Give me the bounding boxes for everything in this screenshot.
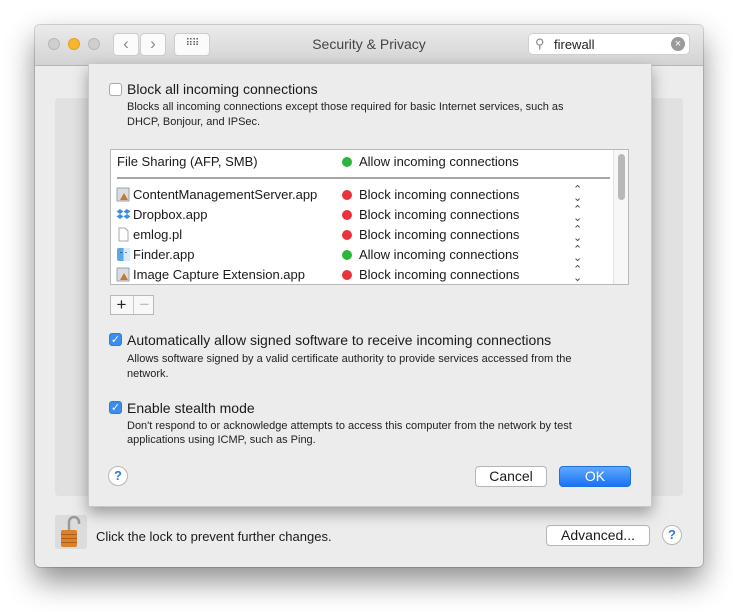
block-all-description-2: DHCP, Bonjour, and IPSec. xyxy=(127,116,261,128)
status-dot-allow xyxy=(342,250,352,260)
app-name: Image Capture Extension.app xyxy=(133,267,305,282)
advanced-button[interactable]: Advanced... xyxy=(546,525,650,546)
app-name: Finder.app xyxy=(133,247,195,262)
status-dot-allow xyxy=(342,157,352,167)
status-dot-block xyxy=(342,210,352,220)
checkmark-icon: ✓ xyxy=(110,402,121,414)
signed-software-description-1: Allows software signed by a valid certif… xyxy=(127,353,572,365)
stealth-mode-checkbox[interactable]: ✓ xyxy=(109,401,122,414)
checkmark-icon: ✓ xyxy=(110,334,121,346)
app-status[interactable]: Block incoming connections xyxy=(359,227,519,242)
app-status[interactable]: Block incoming connections xyxy=(359,187,519,202)
app-status[interactable]: Allow incoming connections xyxy=(359,247,519,262)
title-bar: ‹ › ⠿⠿ Security & Privacy ⚲ × xyxy=(35,25,703,66)
app-name: Dropbox.app xyxy=(133,207,208,222)
ok-button[interactable]: OK xyxy=(559,466,631,487)
clear-search-icon[interactable]: × xyxy=(671,37,685,51)
search-field[interactable]: ⚲ × xyxy=(528,33,690,55)
dropbox-icon xyxy=(116,209,131,219)
scrollbar-thumb[interactable] xyxy=(618,154,625,200)
list-separator xyxy=(117,177,610,179)
list-item[interactable]: Finder.app Allow incoming connections ⌃ ⌄ xyxy=(111,245,611,265)
document-icon xyxy=(118,227,129,242)
stealth-mode-description-2: applications using ICMP, such as Ping. xyxy=(127,434,316,446)
status-dot-block xyxy=(342,230,352,240)
finder-icon xyxy=(117,248,130,261)
unlocked-padlock-icon xyxy=(61,515,81,547)
search-icon: ⚲ xyxy=(535,36,545,51)
list-scrollbar[interactable] xyxy=(613,150,628,284)
search-input[interactable] xyxy=(552,36,666,53)
updown-chevron-icon[interactable]: ⌃ ⌄ xyxy=(573,265,582,284)
signed-software-checkbox[interactable]: ✓ xyxy=(109,333,122,346)
app-status[interactable]: Block incoming connections xyxy=(359,207,519,222)
service-status: Allow incoming connections xyxy=(359,154,519,169)
block-all-description-1: Blocks all incoming connections except t… xyxy=(127,101,564,113)
service-row-file-sharing[interactable]: File Sharing (AFP, SMB) Allow incoming c… xyxy=(111,152,611,172)
help-button[interactable]: ? xyxy=(662,525,682,545)
add-app-button[interactable]: + xyxy=(111,296,132,314)
list-item[interactable]: Dropbox.app Block incoming connections ⌃… xyxy=(111,205,611,225)
list-item[interactable]: ContentManagementServer.app Block incomi… xyxy=(111,185,611,205)
help-icon: ? xyxy=(114,468,122,483)
service-name: File Sharing (AFP, SMB) xyxy=(117,154,258,169)
list-item[interactable]: emlog.pl Block incoming connections ⌃ ⌄ xyxy=(111,225,611,245)
app-name: emlog.pl xyxy=(133,227,183,242)
status-dot-block xyxy=(342,270,352,280)
firewall-options-sheet: Block all incoming connections Blocks al… xyxy=(88,64,652,507)
list-item[interactable]: Image Capture Extension.app Block incomi… xyxy=(111,265,611,284)
help-icon: ? xyxy=(668,527,676,542)
updown-chevron-icon[interactable]: ⌃ ⌄ xyxy=(573,185,582,204)
signed-software-description-2: network. xyxy=(127,368,169,380)
block-all-label: Block all incoming connections xyxy=(127,81,318,97)
stealth-mode-description-1: Don't respond to or acknowledge attempts… xyxy=(127,420,572,432)
updown-chevron-icon[interactable]: ⌃ ⌄ xyxy=(573,205,582,224)
sheet-help-button[interactable]: ? xyxy=(108,466,128,486)
stealth-mode-label: Enable stealth mode xyxy=(127,400,255,416)
cancel-button[interactable]: Cancel xyxy=(475,466,547,487)
updown-chevron-icon[interactable]: ⌃ ⌄ xyxy=(573,245,582,264)
block-all-checkbox[interactable] xyxy=(109,83,122,96)
app-status[interactable]: Block incoming connections xyxy=(359,267,519,282)
add-remove-control: + − xyxy=(110,295,154,315)
app-generic-icon xyxy=(116,267,130,282)
lock-button[interactable] xyxy=(55,515,87,549)
remove-app-button[interactable]: − xyxy=(133,296,155,314)
lock-status-text: Click the lock to prevent further change… xyxy=(96,529,332,544)
updown-chevron-icon[interactable]: ⌃ ⌄ xyxy=(573,225,582,244)
app-firewall-list[interactable]: File Sharing (AFP, SMB) Allow incoming c… xyxy=(110,149,629,285)
app-generic-icon xyxy=(116,187,130,202)
status-dot-block xyxy=(342,190,352,200)
app-name: ContentManagementServer.app xyxy=(133,187,318,202)
signed-software-label: Automatically allow signed software to r… xyxy=(127,332,552,348)
